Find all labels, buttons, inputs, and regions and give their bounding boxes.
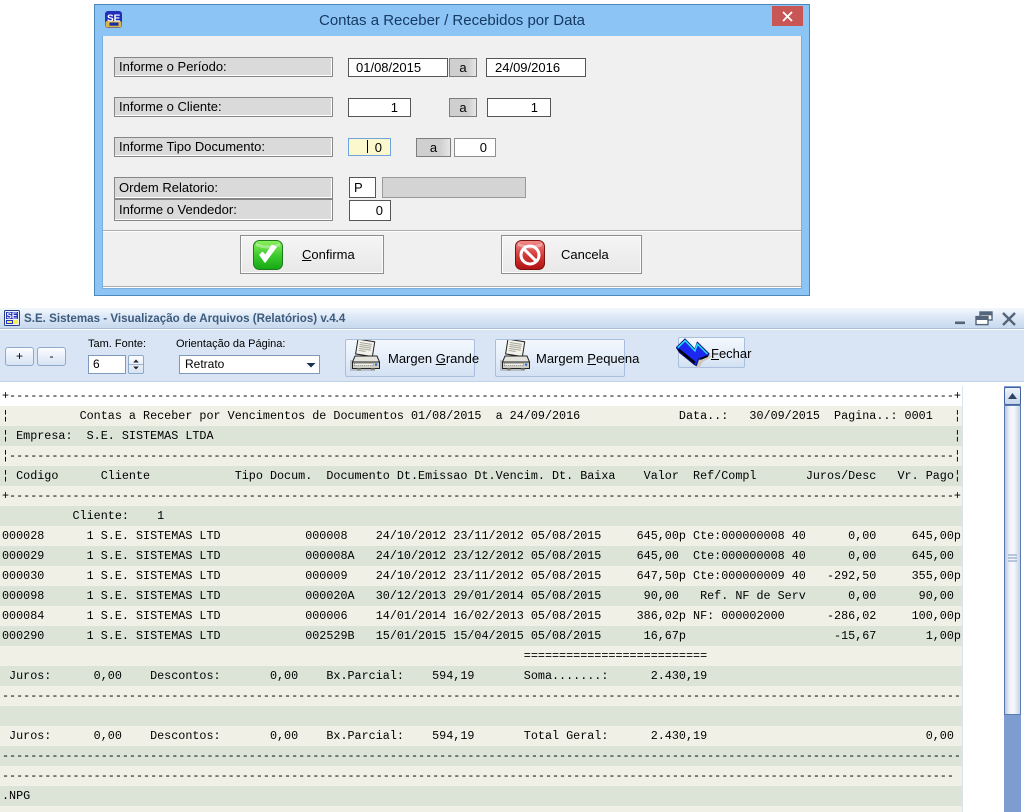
svg-text:SE: SE <box>7 312 18 321</box>
